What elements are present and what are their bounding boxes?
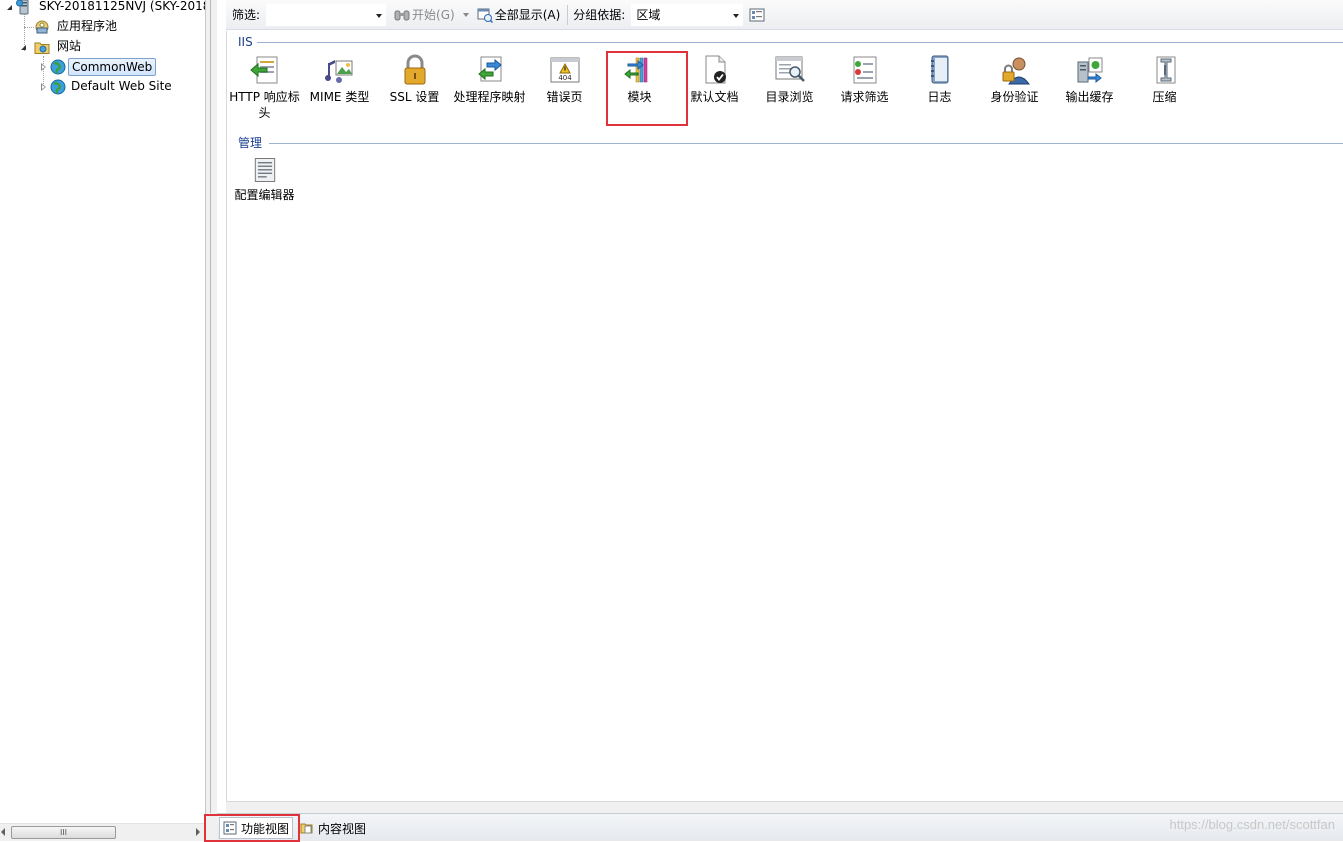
start-dropdown-arrow-icon[interactable] — [462, 12, 469, 17]
features-view-highlight-box — [204, 814, 300, 842]
feature-label: SSL 设置 — [389, 90, 440, 104]
view-mode-button[interactable] — [747, 4, 771, 26]
sites-folder-icon — [34, 42, 50, 54]
feature-http-response-headers[interactable]: HTTP 响应标头 — [227, 53, 302, 121]
filter-label: 筛选: — [232, 8, 261, 22]
group-divider — [269, 143, 1343, 144]
feature-label: 默认文档 — [690, 90, 739, 104]
feature-logging[interactable]: 日志 — [902, 53, 977, 105]
mime-types-icon — [324, 60, 352, 83]
features-view-panel: IIS HTTP 响应标头 MIME 类型 SSL 设置 处理程序映射 404 … — [226, 31, 1343, 801]
group-by-label: 分组依据: — [573, 8, 626, 22]
feature-label: 错误页 — [546, 90, 583, 104]
content-bottom-border — [226, 801, 1343, 813]
feature-label: HTTP 响应标头 — [229, 90, 300, 120]
watermark-text: https://blog.csdn.net/scottfan — [1169, 817, 1336, 832]
feature-ssl-settings[interactable]: SSL 设置 — [377, 53, 452, 105]
feature-label: 压缩 — [1152, 90, 1177, 104]
tree-item-app-pools[interactable]: 应用程序池 — [34, 17, 120, 36]
show-all-icon — [477, 8, 493, 23]
group-header-iis: IIS — [238, 35, 253, 49]
http-response-headers-icon — [249, 56, 277, 84]
feature-label: 目录浏览 — [765, 90, 814, 104]
feature-request-filtering[interactable]: 请求筛选 — [827, 53, 902, 105]
show-all-button[interactable]: 全部显示(A) — [473, 4, 565, 26]
scroll-thumb[interactable]: III — [11, 826, 116, 839]
group-header-management: 管理 — [238, 136, 263, 150]
tree-item-label: CommonWeb — [68, 57, 157, 76]
view-mode-icon — [749, 8, 765, 21]
feature-label: 身份验证 — [990, 90, 1039, 104]
expand-arrow-icon[interactable] — [39, 62, 48, 71]
collapse-arrow-icon[interactable] — [6, 2, 14, 11]
view-switcher-bar: 功能视图 内容视图 https://blog.csdn.net/scottfan — [217, 813, 1343, 841]
feature-compression[interactable]: 压缩 — [1127, 53, 1202, 105]
feature-label: 日志 — [927, 90, 952, 104]
feature-label: 输出缓存 — [1065, 90, 1114, 104]
feature-mime-types[interactable]: MIME 类型 — [302, 53, 377, 105]
error-pages-icon: 404 — [550, 57, 579, 83]
start-label: 开始(G) — [412, 8, 455, 22]
tree-horizontal-scrollbar[interactable]: III — [0, 823, 205, 841]
filter-input[interactable] — [266, 3, 387, 26]
ssl-lock-icon — [404, 54, 425, 85]
tree-item-label: 应用程序池 — [57, 19, 118, 33]
dropdown-arrow-icon[interactable] — [733, 13, 740, 18]
globe-icon — [50, 79, 66, 94]
request-filtering-icon — [853, 56, 876, 84]
content-view-label: 内容视图 — [318, 821, 367, 836]
feature-authentication[interactable]: 身份验证 — [977, 53, 1052, 105]
tree-item-label: Default Web Site — [71, 79, 172, 93]
authentication-icon — [1002, 57, 1030, 85]
handler-mappings-icon — [477, 56, 502, 82]
binoculars-icon — [394, 10, 410, 20]
modules-highlight-box — [606, 51, 688, 126]
connections-tree[interactable]: SKY-20181125NVJ (SKY-2018 应用程序池 网站 Commo… — [0, 0, 205, 823]
group-by-select[interactable]: 区域 — [631, 3, 744, 26]
content-view-icon — [300, 823, 313, 834]
feature-label: 处理程序映射 — [453, 90, 526, 104]
configuration-editor-icon — [254, 158, 275, 182]
output-caching-icon — [1077, 57, 1102, 84]
tree-item-server[interactable]: SKY-20181125NVJ (SKY-2018 — [6, 0, 205, 16]
scroll-left-arrow-icon[interactable] — [1, 828, 5, 836]
compression-icon — [1156, 56, 1175, 84]
feature-handler-mappings[interactable]: 处理程序映射 — [452, 53, 527, 105]
show-all-label: 全部显示(A) — [494, 8, 561, 22]
panel-splitter[interactable] — [205, 0, 217, 841]
tree-item-label: SKY-20181125NVJ (SKY-2018 — [39, 0, 205, 13]
expand-arrow-icon[interactable] — [39, 82, 48, 91]
feature-label: 请求筛选 — [840, 90, 889, 104]
globe-icon — [50, 59, 66, 74]
default-document-icon — [705, 55, 726, 84]
feature-configuration-editor[interactable]: 配置编辑器 — [227, 155, 302, 203]
directory-browsing-icon — [775, 56, 805, 82]
feature-directory-browsing[interactable]: 目录浏览 — [752, 53, 827, 105]
feature-label: MIME 类型 — [309, 90, 370, 104]
server-icon — [16, 0, 29, 14]
toolbar-separator — [567, 4, 569, 25]
logging-icon — [930, 55, 948, 84]
tree-item-site-commonweb[interactable]: CommonWeb — [39, 57, 157, 76]
collapse-arrow-icon[interactable] — [19, 42, 29, 51]
group-divider — [257, 42, 1343, 43]
feature-error-pages[interactable]: 404 错误页 — [527, 53, 602, 105]
feature-label: 配置编辑器 — [234, 188, 295, 202]
tree-item-label: 网站 — [57, 39, 82, 53]
tree-item-site-default[interactable]: Default Web Site — [39, 77, 175, 96]
group-by-value: 区域 — [636, 8, 661, 22]
start-button[interactable]: 开始(G) — [390, 4, 459, 26]
dropdown-arrow-icon[interactable] — [376, 13, 383, 18]
app-pools-icon — [35, 20, 49, 33]
svg-text:404: 404 — [558, 74, 572, 82]
content-view-tab[interactable]: 内容视图 — [297, 817, 369, 839]
tree-item-sites[interactable]: 网站 — [19, 37, 84, 56]
scroll-right-arrow-icon[interactable] — [196, 828, 200, 836]
filter-toolbar: 筛选: 开始(G) 全部显示(A) 分组依据: 区域 — [226, 0, 1343, 30]
feature-output-caching[interactable]: 输出缓存 — [1052, 53, 1127, 105]
feature-default-document[interactable]: 默认文档 — [677, 53, 752, 105]
